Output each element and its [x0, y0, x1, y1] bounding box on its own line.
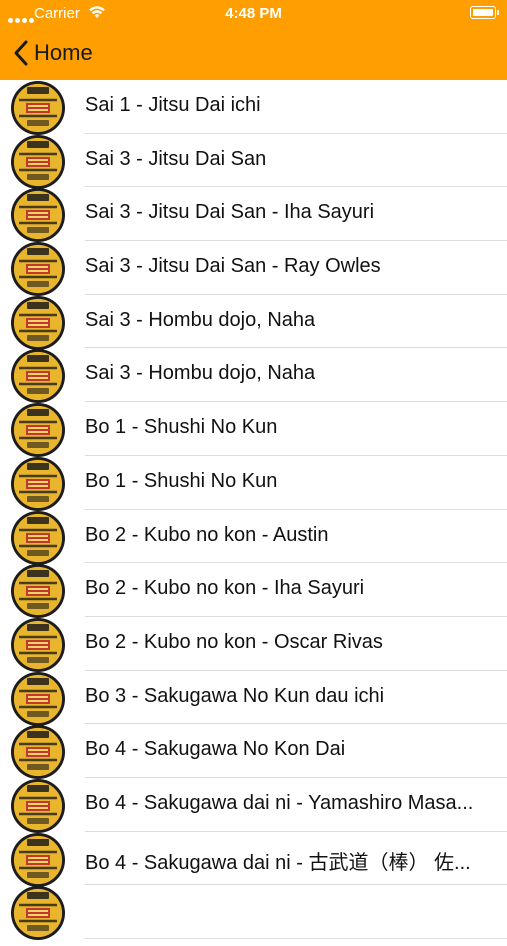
list-item[interactable]: Bo 1 - Shushi No Kun — [0, 456, 507, 512]
list-item[interactable]: Bo 4 - Sakugawa No Kon Dai — [0, 724, 507, 780]
kobudo-logo-icon — [10, 510, 66, 566]
list-item-title: Sai 3 - Jitsu Dai San - Ray Owles — [85, 255, 381, 278]
kobudo-logo-icon — [10, 134, 66, 190]
list-item[interactable]: Sai 3 - Jitsu Dai San - Ray Owles — [0, 241, 507, 297]
list-item-title: Bo 4 - Sakugawa dai ni - 古武道（棒） 佐... — [85, 851, 471, 874]
back-label: Home — [34, 40, 93, 65]
back-button[interactable]: Home — [14, 38, 93, 68]
list-item-title: Bo 2 - Kubo no kon - Iha Sayuri — [85, 577, 365, 600]
kobudo-logo-icon — [10, 832, 66, 888]
kobudo-logo-icon — [10, 724, 66, 780]
list-item-title: Sai 3 - Hombu dojo, Naha — [85, 308, 316, 331]
kobudo-logo-icon — [10, 295, 66, 351]
kobudo-logo-icon — [10, 241, 66, 297]
list-item-title: Sai 3 - Jitsu Dai San — [85, 147, 267, 170]
list-item[interactable]: Bo 4 - Sakugawa dai ni - 古武道（棒） 佐... — [0, 832, 507, 888]
kobudo-logo-icon — [10, 778, 66, 834]
battery-tip — [497, 10, 499, 15]
list-item[interactable]: Sai 3 - Jitsu Dai San — [0, 134, 507, 190]
chevron-left-icon — [14, 40, 28, 66]
list-item[interactable]: Bo 1 - Shushi No Kun — [0, 402, 507, 458]
list-item-title: Bo 2 - Kubo no kon - Oscar Rivas — [85, 630, 383, 653]
list-item[interactable] — [0, 885, 507, 941]
kobudo-logo-icon — [10, 617, 66, 673]
list-item[interactable]: Bo 4 - Sakugawa dai ni - Yamashiro Masa.… — [0, 778, 507, 834]
list-item-title: Bo 2 - Kubo no kon - Austin — [85, 523, 329, 546]
list-item-title: Sai 3 - Hombu dojo, Naha — [85, 362, 316, 385]
list-item-title: Bo 1 - Shushi No Kun — [85, 469, 278, 492]
list-item-title: Bo 4 - Sakugawa No Kon Dai — [85, 738, 346, 761]
list-item[interactable]: Sai 1 - Jitsu Dai ichi — [0, 80, 507, 136]
kobudo-logo-icon — [10, 885, 66, 941]
navigation-bar: Carrier 4:48 PM Home — [0, 0, 507, 80]
status-bar: Carrier 4:48 PM — [0, 0, 507, 26]
battery-icon — [470, 6, 496, 19]
kobudo-logo-icon — [10, 348, 66, 404]
list-item-title: Bo 1 - Shushi No Kun — [85, 416, 278, 439]
kobudo-logo-icon — [10, 563, 66, 619]
video-list: Sai 1 - Jitsu Dai ichi Sai 3 - Jitsu Dai… — [0, 80, 507, 941]
list-item[interactable]: Bo 2 - Kubo no kon - Austin — [0, 510, 507, 566]
list-item-title: Sai 1 - Jitsu Dai ichi — [85, 94, 261, 116]
clock: 4:48 PM — [225, 5, 282, 22]
list-item-title: Bo 3 - Sakugawa No Kun dau ichi — [85, 684, 385, 707]
list-item[interactable]: Sai 3 - Jitsu Dai San - Iha Sayuri — [0, 187, 507, 243]
kobudo-logo-icon — [10, 80, 66, 136]
list-item-title: Bo 4 - Sakugawa dai ni - Yamashiro Masa.… — [85, 791, 474, 814]
list-item[interactable]: Sai 3 - Hombu dojo, Naha — [0, 295, 507, 351]
kobudo-logo-icon — [10, 456, 66, 512]
row-separator — [85, 938, 507, 939]
kobudo-logo-icon — [10, 402, 66, 458]
list-item[interactable]: Sai 3 - Hombu dojo, Naha — [0, 348, 507, 404]
list-item[interactable]: Bo 3 - Sakugawa No Kun dau ichi — [0, 671, 507, 727]
kobudo-logo-icon — [10, 187, 66, 243]
list-item-title: Sai 3 - Jitsu Dai San - Iha Sayuri — [85, 201, 375, 224]
list-item[interactable]: Bo 2 - Kubo no kon - Iha Sayuri — [0, 563, 507, 619]
kobudo-logo-icon — [10, 671, 66, 727]
list-item[interactable]: Bo 2 - Kubo no kon - Oscar Rivas — [0, 617, 507, 673]
